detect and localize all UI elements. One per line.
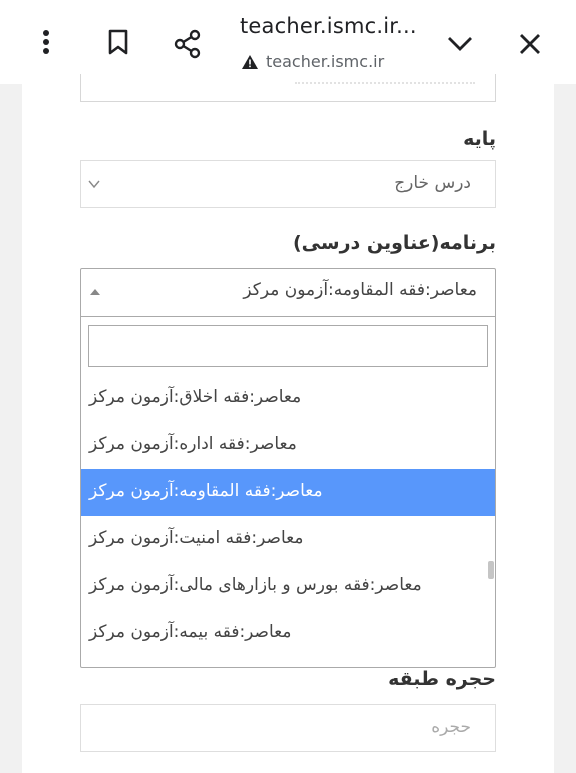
dropdown-scrollbar[interactable] (488, 561, 494, 579)
warning-icon (242, 54, 258, 69)
hojre-placeholder: حجره (431, 717, 471, 737)
page-title[interactable]: teacher.ismc.ir... (240, 14, 417, 38)
previous-field[interactable] (80, 74, 496, 102)
hojre-label: حجره طبقه (388, 668, 496, 690)
chevron-down-icon (88, 180, 100, 189)
options-list[interactable]: معاصر:فقه اخلاق:آزمون مرکز معاصر:فقه ادا… (81, 375, 495, 667)
option-item[interactable]: معاصر:فقه اخلاق:آزمون مرکز (81, 375, 495, 422)
hojre-input[interactable]: حجره (80, 704, 496, 752)
barname-selected-value: معاصر:فقه المقاومه:آزمون مرکز (243, 280, 477, 300)
option-item[interactable]: معاصر:فقه امنیت:آزمون مرکز (81, 516, 495, 563)
barname-dropdown[interactable]: معاصر:فقه المقاومه:آزمون مرکز معاصر:فقه … (80, 268, 496, 668)
option-item[interactable]: معاصر:فقه بیمه:آزمون مرکز (81, 610, 495, 657)
paye-label: پایه (463, 128, 496, 150)
barname-select[interactable]: معاصر:فقه المقاومه:آزمون مرکز (81, 269, 495, 317)
option-item-selected[interactable]: معاصر:فقه المقاومه:آزمون مرکز (81, 469, 495, 516)
more-vert-icon[interactable] (28, 24, 64, 60)
option-item[interactable]: معاصر:فقه اداره:آزمون مرکز (81, 422, 495, 469)
url-text: teacher.ismc.ir (266, 52, 385, 71)
dropdown-search-input[interactable] (88, 325, 488, 367)
paye-select[interactable]: درس خارج (80, 160, 496, 208)
barname-label: برنامه(عناوین درسی) (293, 232, 496, 254)
paye-value: درس خارج (394, 173, 471, 193)
url-display[interactable]: teacher.ismc.ir (242, 52, 384, 71)
form-card: پایه درس خارج برنامه(عناوین درسی) معاصر:… (22, 74, 554, 773)
option-item[interactable]: معاصر:فقه بورس و بازارهای مالی:آزمون مرک… (81, 563, 495, 610)
share-icon[interactable] (168, 24, 208, 64)
chevron-down-icon[interactable] (440, 24, 480, 64)
bookmark-icon[interactable] (100, 24, 136, 60)
caret-up-icon (90, 289, 100, 295)
browser-toolbar: teacher.ismc.ir... teacher.ismc.ir (0, 0, 576, 84)
close-icon[interactable] (510, 24, 550, 64)
